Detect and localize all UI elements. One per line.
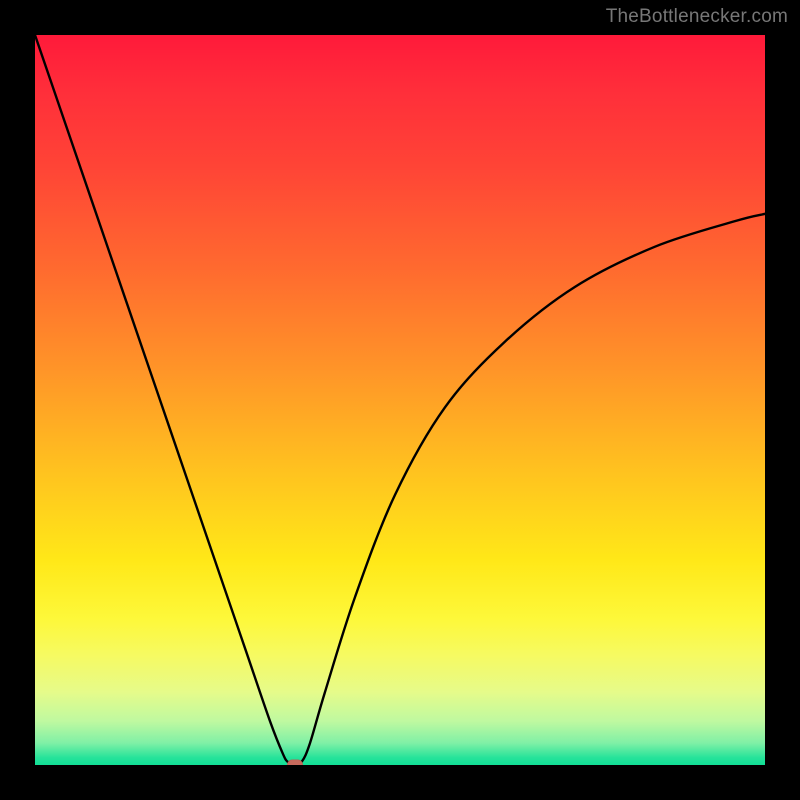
watermark-text: TheBottlenecker.com [606,6,788,28]
plot-area [35,35,765,765]
chart-frame: TheBottlenecker.com [0,0,800,800]
bottleneck-curve [35,35,765,765]
curve-layer [35,35,765,765]
optimal-point-marker [287,760,303,766]
